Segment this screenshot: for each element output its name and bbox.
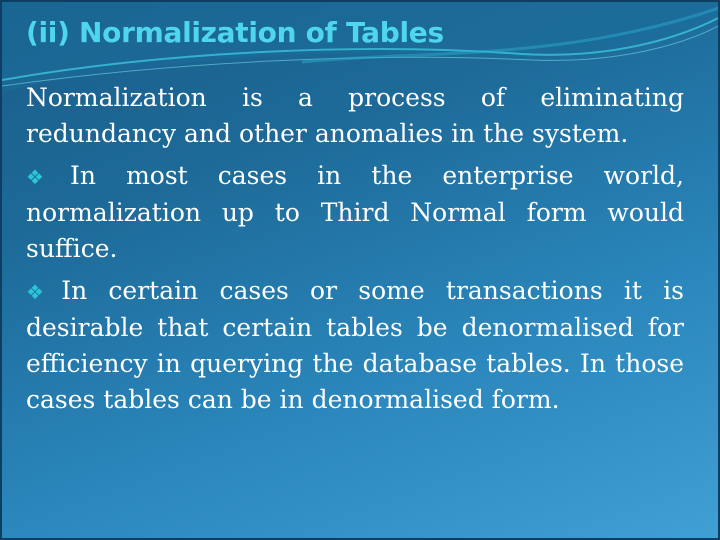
slide-title: (ii) Normalization of Tables [26,16,444,49]
bullet-item-denormalisation: ❖ In certain cases or some transactions i… [26,273,684,418]
diamond-bullet-icon: ❖ [26,280,58,304]
slide-body: Normalization is a process of eliminatin… [26,80,684,424]
paragraph-definition: Normalization is a process of eliminatin… [26,80,684,152]
bullet-item-third-normal-form: ❖ In most cases in the enterprise world, … [26,158,684,267]
slide: (ii) Normalization of Tables Normalizati… [0,0,720,540]
bullet-text: In certain cases or some transactions it… [26,276,684,414]
paragraph-text: Normalization is a process of eliminatin… [26,83,684,148]
bullet-text: In most cases in the enterprise world, n… [26,161,684,263]
diamond-bullet-icon: ❖ [26,165,67,189]
